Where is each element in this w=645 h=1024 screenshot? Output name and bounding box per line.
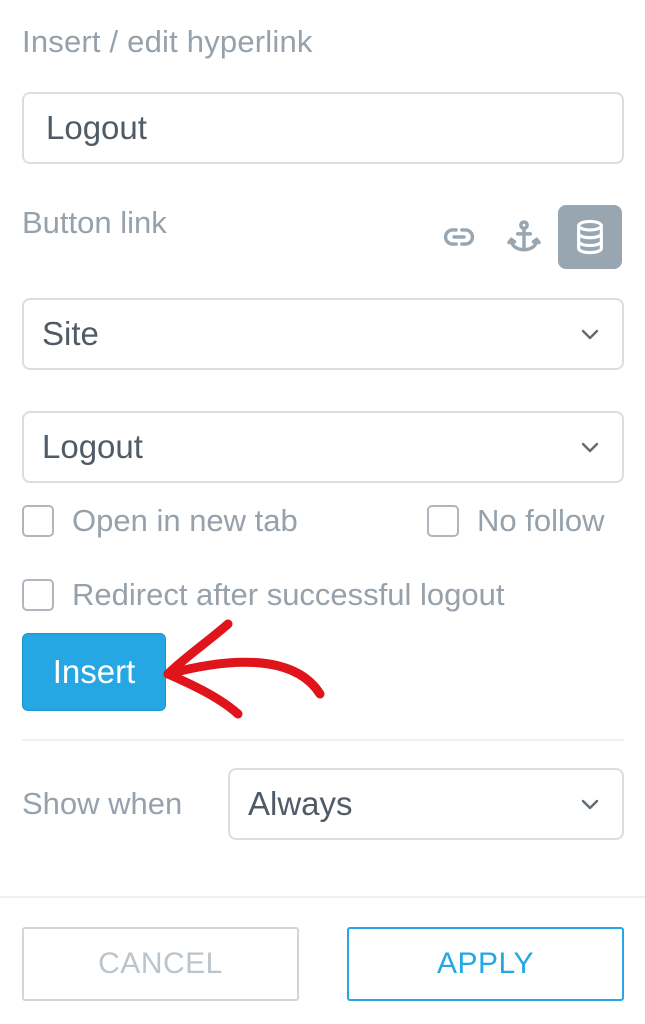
no-follow-label: No follow	[477, 503, 605, 538]
redirect-option[interactable]: Redirect after successful logout	[22, 577, 505, 613]
anchor-icon	[507, 220, 541, 252]
button-link-label: Button link	[22, 205, 167, 240]
link-icon	[443, 228, 475, 246]
anchor-type-button[interactable]	[492, 205, 556, 269]
show-when-select[interactable]: Always	[228, 768, 624, 840]
database-icon	[577, 219, 603, 255]
dialog-title: Insert / edit hyperlink	[22, 24, 313, 59]
cancel-button[interactable]: CANCEL	[22, 927, 299, 1001]
chevron-down-icon	[581, 799, 599, 810]
annotation-arrow	[163, 619, 325, 719]
redirect-label: Redirect after successful logout	[72, 577, 505, 612]
insert-button[interactable]: Insert	[22, 633, 166, 711]
link-type-button[interactable]	[427, 205, 491, 269]
open-new-tab-option[interactable]: Open in new tab	[22, 503, 298, 539]
open-new-tab-label: Open in new tab	[72, 503, 298, 538]
page-select[interactable]: Logout	[22, 411, 624, 483]
page-value: Logout	[42, 428, 143, 465]
no-follow-checkbox[interactable]	[427, 505, 459, 537]
show-when-value: Always	[248, 785, 353, 822]
link-type-value: Site	[42, 315, 99, 352]
section-divider	[22, 739, 624, 741]
redirect-checkbox[interactable]	[22, 579, 54, 611]
footer-divider	[0, 896, 645, 898]
apply-button[interactable]: APPLY	[347, 927, 624, 1001]
no-follow-option[interactable]: No follow	[427, 503, 605, 539]
database-type-button[interactable]	[558, 205, 622, 269]
show-when-label: Show when	[22, 786, 183, 821]
chevron-down-icon	[581, 329, 599, 340]
link-text-input[interactable]	[22, 92, 624, 164]
chevron-down-icon	[581, 442, 599, 453]
open-new-tab-checkbox[interactable]	[22, 505, 54, 537]
link-type-select[interactable]: Site	[22, 298, 624, 370]
